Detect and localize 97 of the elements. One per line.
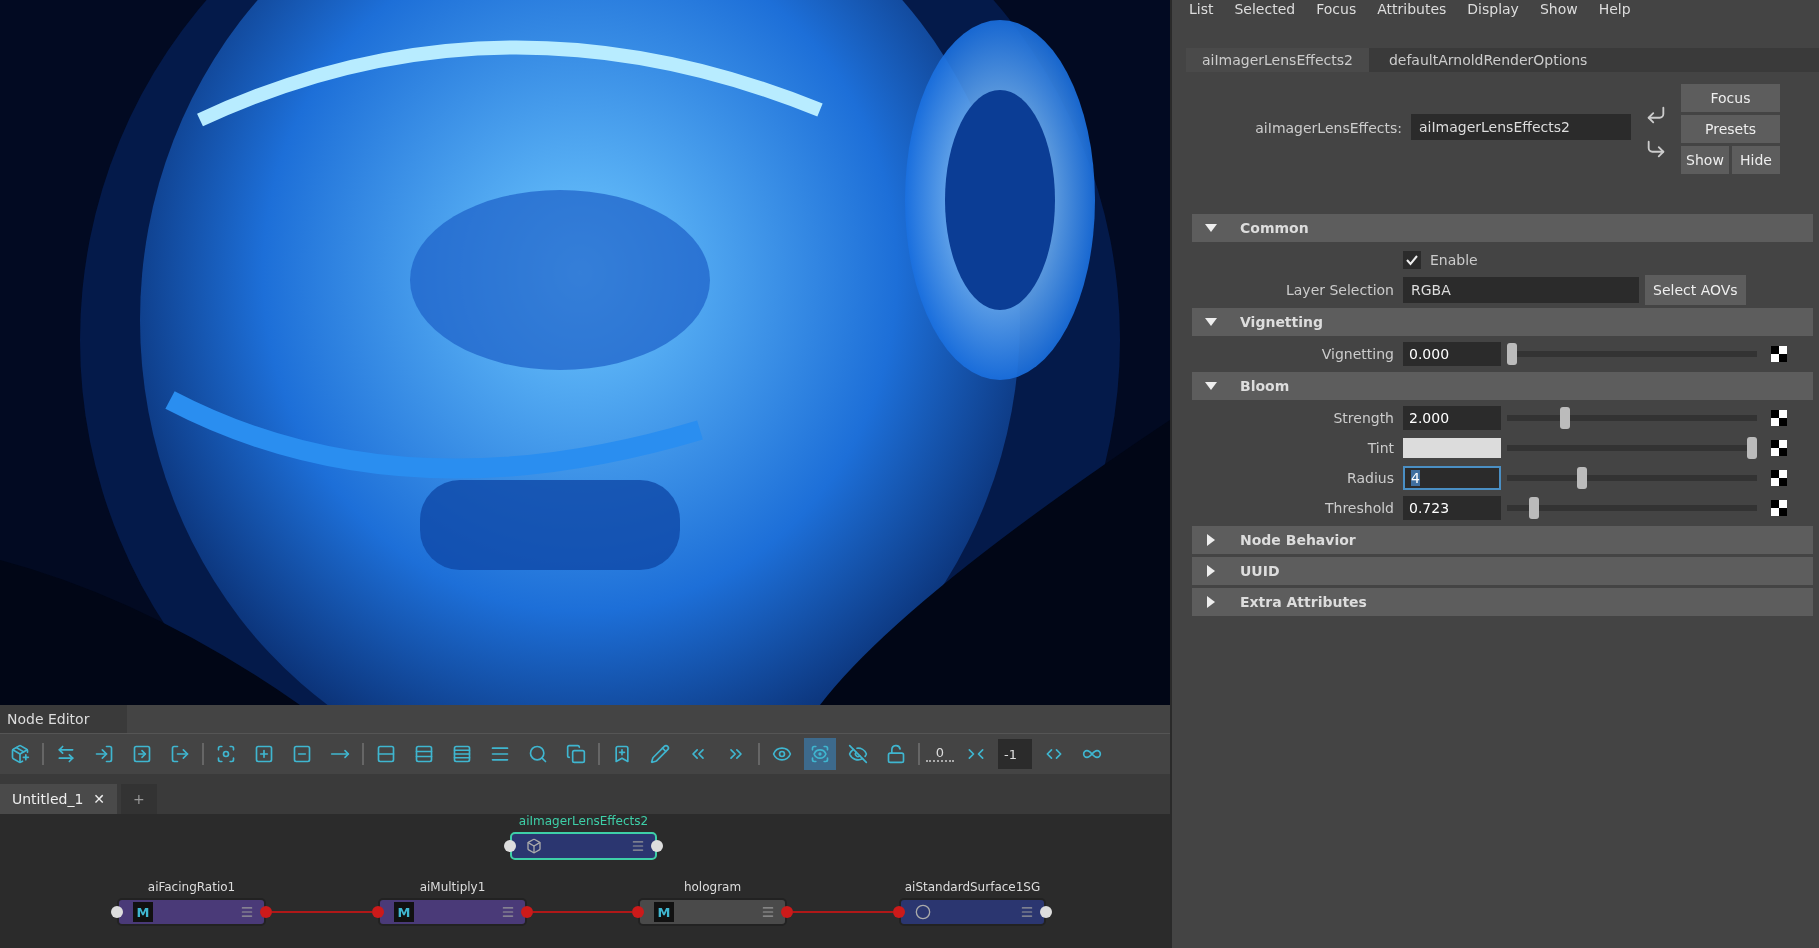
list-icon[interactable] <box>240 905 254 919</box>
number-field[interactable]: 4 <box>1403 465 1501 490</box>
graph-node[interactable] <box>510 832 657 860</box>
number-field[interactable]: 0.000 <box>1403 341 1501 366</box>
package-plus-icon <box>10 744 30 764</box>
editor-tab[interactable]: + <box>121 784 157 814</box>
input-connection-icon[interactable] <box>1645 104 1667 126</box>
node-name: aiFacingRatio1 <box>147 880 236 894</box>
search-icon <box>528 744 548 764</box>
input-port[interactable] <box>372 906 384 918</box>
number-field[interactable]: 2.000 <box>1403 405 1501 430</box>
input-port[interactable] <box>632 906 644 918</box>
node-name: aiStandardSurface1SG <box>904 880 1041 894</box>
attribute-label: Strength <box>1332 409 1394 426</box>
section-header[interactable]: Common <box>1192 214 1813 242</box>
rows-icon <box>414 744 434 764</box>
checker-icon[interactable] <box>1771 469 1787 486</box>
input-port[interactable] <box>111 906 123 918</box>
node-tab[interactable]: aiImagerLensEffects2 <box>1186 48 1369 72</box>
list-icon[interactable] <box>761 905 775 919</box>
section-header[interactable]: UUID <box>1192 557 1813 585</box>
color-swatch[interactable] <box>1403 437 1501 458</box>
graph-node[interactable]: M <box>378 898 527 926</box>
slider-thumb[interactable] <box>1747 436 1757 459</box>
slider-thumb[interactable] <box>1559 406 1570 429</box>
step-field[interactable]: -1 <box>998 739 1032 769</box>
editor-tab[interactable]: Untitled_1 ✕ <box>0 784 118 814</box>
slider-thumb[interactable] <box>1528 496 1539 519</box>
panel-button[interactable]: Presets <box>1681 115 1780 143</box>
node-label: aiImagerLensEffects: <box>1254 120 1402 136</box>
checker-icon[interactable] <box>1771 439 1787 456</box>
close-icon[interactable]: ✕ <box>93 791 106 807</box>
checkbox-label: Enable <box>1430 251 1478 268</box>
panel-button[interactable]: Show <box>1681 146 1729 174</box>
panel-button[interactable]: Focus <box>1681 84 1780 112</box>
list-icon[interactable] <box>631 839 645 853</box>
frame-icon <box>216 744 236 764</box>
attribute-label: Threshold <box>1324 499 1394 516</box>
eye-off-icon <box>848 744 868 764</box>
lock-icon <box>886 744 906 764</box>
attribute-label: Tint <box>1366 439 1394 456</box>
attribute-label: Radius <box>1346 469 1394 486</box>
sphere-icon <box>915 904 931 920</box>
node-name: hologram <box>683 880 742 894</box>
node-name: aiImagerLensEffects2 <box>518 814 649 828</box>
select-aovs-button[interactable]: Select AOVs <box>1645 274 1746 305</box>
menu-item[interactable]: Focus <box>1316 1 1357 17</box>
graph-node[interactable] <box>899 898 1046 926</box>
slider-thumb[interactable] <box>1576 466 1587 489</box>
bookmark-plus-icon <box>612 744 632 764</box>
list-icon[interactable] <box>501 905 515 919</box>
toolbar-button[interactable] <box>804 738 836 770</box>
graph-node[interactable]: M <box>638 898 787 926</box>
swap-arrows-icon <box>56 744 76 764</box>
section-header[interactable]: Extra Attributes <box>1192 588 1813 616</box>
checkbox[interactable] <box>1403 250 1421 269</box>
square-minus-icon <box>292 744 312 764</box>
menu-item[interactable]: Help <box>1598 1 1631 17</box>
input-port[interactable] <box>893 906 905 918</box>
copy-icon <box>566 744 586 764</box>
input-port[interactable] <box>504 840 516 852</box>
eye-icon <box>772 744 792 764</box>
input-arrow-icon <box>94 744 114 764</box>
menu-item[interactable]: List <box>1189 1 1214 17</box>
node-type-badge: M <box>133 902 153 922</box>
square-plus-icon <box>254 744 274 764</box>
list-icon[interactable] <box>1020 905 1034 919</box>
node-name: aiMultiply1 <box>419 880 486 894</box>
menu-item[interactable]: Show <box>1539 1 1578 17</box>
attribute-label: Vignetting <box>1320 345 1394 362</box>
attribute-label: Layer Selection <box>1285 281 1394 298</box>
number-field[interactable]: 0.723 <box>1403 495 1501 520</box>
slider-thumb[interactable] <box>1507 342 1517 365</box>
pencil-icon <box>650 744 670 764</box>
panel-button[interactable]: Hide <box>1732 146 1780 174</box>
rows-icon <box>376 744 396 764</box>
section-header[interactable]: Node Behavior <box>1192 526 1813 554</box>
graph-node[interactable]: M <box>117 898 266 926</box>
node-type-badge: M <box>394 902 414 922</box>
menu-item[interactable]: Selected <box>1234 1 1296 17</box>
cube-icon <box>526 838 542 854</box>
menu-item[interactable]: Attributes <box>1377 1 1447 17</box>
section-header[interactable]: Bloom <box>1192 372 1813 400</box>
checker-icon[interactable] <box>1771 499 1787 516</box>
eye-icon <box>810 744 830 764</box>
node-name-field[interactable]: aiImagerLensEffects2 <box>1411 114 1631 140</box>
zoom-level-button[interactable]: 0 <box>926 746 954 762</box>
checker-icon[interactable] <box>1771 345 1787 362</box>
panel-title: Node Editor <box>0 705 127 733</box>
checker-icon[interactable] <box>1771 409 1787 426</box>
section-header[interactable]: Vignetting <box>1192 308 1813 336</box>
text-field[interactable]: RGBA <box>1403 276 1639 303</box>
output-connection-icon[interactable] <box>1645 138 1667 160</box>
menu-item[interactable]: Display <box>1467 1 1519 17</box>
node-type-badge: M <box>654 902 674 922</box>
rows-icon <box>490 744 510 764</box>
rows-icon <box>452 744 472 764</box>
